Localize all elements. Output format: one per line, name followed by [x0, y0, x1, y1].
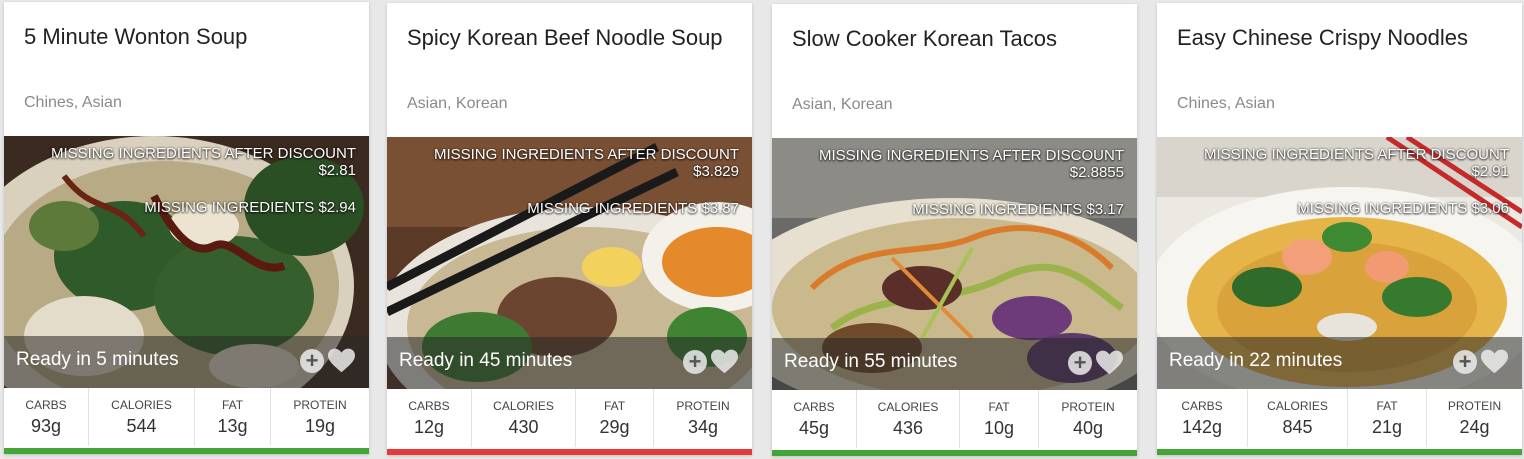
- discount-price-label: MISSING INGREDIENTS AFTER DISCOUNT $2.91: [1203, 146, 1509, 180]
- missing-price: $3.87: [701, 200, 739, 217]
- nutrition-row: CARBS 45g CALORIES 436 FAT 10g PROTEIN 4…: [772, 390, 1137, 448]
- nutrition-fat: FAT 21g: [1348, 389, 1427, 447]
- recipe-cuisines: Asian, Korean: [407, 95, 508, 112]
- ready-time: Ready in 45 minutes: [399, 350, 573, 371]
- nutrition-calories: CALORIES 436: [857, 390, 960, 448]
- heart-icon[interactable]: [1481, 349, 1508, 375]
- ready-time: Ready in 5 minutes: [16, 349, 179, 370]
- recipe-cuisines: Chines, Asian: [24, 94, 122, 111]
- plus-circle-icon[interactable]: +: [683, 350, 707, 374]
- recipe-card[interactable]: Easy Chinese Crispy Noodles Chines, Asia…: [1157, 3, 1522, 455]
- discount-price: $3.829: [693, 163, 739, 180]
- missing-price-label: MISSING INGREDIENTS $3.17: [912, 201, 1124, 218]
- nutrition-fat: FAT 13g: [195, 388, 271, 446]
- recipe-title[interactable]: 5 Minute Wonton Soup: [24, 24, 247, 50]
- recipe-title[interactable]: Slow Cooker Korean Tacos: [792, 26, 1057, 52]
- nutrition-fat: FAT 10g: [960, 390, 1039, 448]
- heart-icon[interactable]: [711, 349, 738, 375]
- recipe-photo[interactable]: MISSING INGREDIENTS AFTER DISCOUNT $2.91…: [1157, 137, 1522, 389]
- ready-bar: Ready in 5 minutes +: [4, 336, 369, 388]
- discount-price-label: MISSING INGREDIENTS AFTER DISCOUNT $3.82…: [433, 146, 739, 180]
- recipe-title[interactable]: Spicy Korean Beef Noodle Soup: [407, 25, 723, 51]
- heart-icon[interactable]: [328, 348, 355, 374]
- missing-price-label: MISSING INGREDIENTS $3.06: [1297, 200, 1509, 217]
- nutrition-protein: PROTEIN 34g: [676, 399, 730, 437]
- ready-bar: Ready in 22 minutes +: [1157, 337, 1522, 389]
- nutrition-carbs: CARBS 12g: [387, 389, 472, 447]
- plus-circle-icon[interactable]: +: [1068, 351, 1092, 375]
- nutrition-calories: CALORIES 430: [472, 389, 576, 447]
- recipe-card[interactable]: Slow Cooker Korean Tacos Asian, Korean M…: [772, 4, 1137, 456]
- status-bar: [1157, 449, 1522, 455]
- missing-price-label: MISSING INGREDIENTS $2.94: [144, 199, 356, 216]
- ready-bar: Ready in 45 minutes +: [387, 337, 752, 389]
- nutrition-row: CARBS 93g CALORIES 544 FAT 13g PROTEIN 1…: [4, 388, 369, 446]
- recipe-card[interactable]: Spicy Korean Beef Noodle Soup Asian, Kor…: [387, 3, 752, 455]
- recipe-card[interactable]: 5 Minute Wonton Soup Chines, Asian MISSI…: [4, 2, 369, 454]
- nutrition-row: CARBS 12g CALORIES 430 FAT 29g PROTEIN 3…: [387, 389, 752, 447]
- nutrition-protein: PROTEIN 24g: [1447, 399, 1502, 437]
- recipe-photo[interactable]: MISSING INGREDIENTS AFTER DISCOUNT $2.81…: [4, 136, 369, 388]
- ready-time: Ready in 55 minutes: [784, 351, 958, 372]
- recipe-cuisines: Asian, Korean: [792, 96, 893, 113]
- recipe-photo[interactable]: MISSING INGREDIENTS AFTER DISCOUNT $3.82…: [387, 137, 752, 389]
- ready-time: Ready in 22 minutes: [1169, 350, 1343, 371]
- plus-circle-icon[interactable]: +: [300, 349, 324, 373]
- nutrition-carbs: CARBS 142g: [1157, 389, 1248, 447]
- ready-bar: Ready in 55 minutes +: [772, 338, 1137, 390]
- discount-price: $2.91: [1471, 163, 1509, 180]
- heart-icon[interactable]: [1096, 350, 1123, 376]
- status-bar: [4, 448, 369, 454]
- discount-price: $2.8855: [1069, 164, 1124, 181]
- nutrition-calories: CALORIES 544: [89, 388, 195, 446]
- nutrition-calories: CALORIES 845: [1248, 389, 1348, 447]
- discount-price-label: MISSING INGREDIENTS AFTER DISCOUNT $2.88…: [818, 147, 1124, 181]
- recipe-cuisines: Chines, Asian: [1177, 95, 1275, 112]
- nutrition-carbs: CARBS 45g: [772, 390, 857, 448]
- nutrition-fat: FAT 29g: [576, 389, 654, 447]
- missing-price: $2.94: [318, 199, 356, 216]
- recipe-photo[interactable]: MISSING INGREDIENTS AFTER DISCOUNT $2.88…: [772, 138, 1137, 390]
- discount-price-label: MISSING INGREDIENTS AFTER DISCOUNT $2.81: [50, 145, 356, 179]
- missing-price-label: MISSING INGREDIENTS $3.87: [527, 200, 739, 217]
- missing-price: $3.06: [1471, 200, 1509, 217]
- plus-circle-icon[interactable]: +: [1453, 350, 1477, 374]
- nutrition-protein: PROTEIN 19g: [293, 398, 347, 436]
- discount-price: $2.81: [318, 162, 356, 179]
- status-bar: [772, 450, 1137, 456]
- recipe-title[interactable]: Easy Chinese Crispy Noodles: [1177, 25, 1468, 51]
- nutrition-carbs: CARBS 93g: [4, 388, 89, 446]
- missing-price: $3.17: [1086, 201, 1124, 218]
- status-bar: [387, 449, 752, 455]
- nutrition-protein: PROTEIN 40g: [1061, 400, 1115, 438]
- nutrition-row: CARBS 142g CALORIES 845 FAT 21g PROTEIN …: [1157, 389, 1522, 447]
